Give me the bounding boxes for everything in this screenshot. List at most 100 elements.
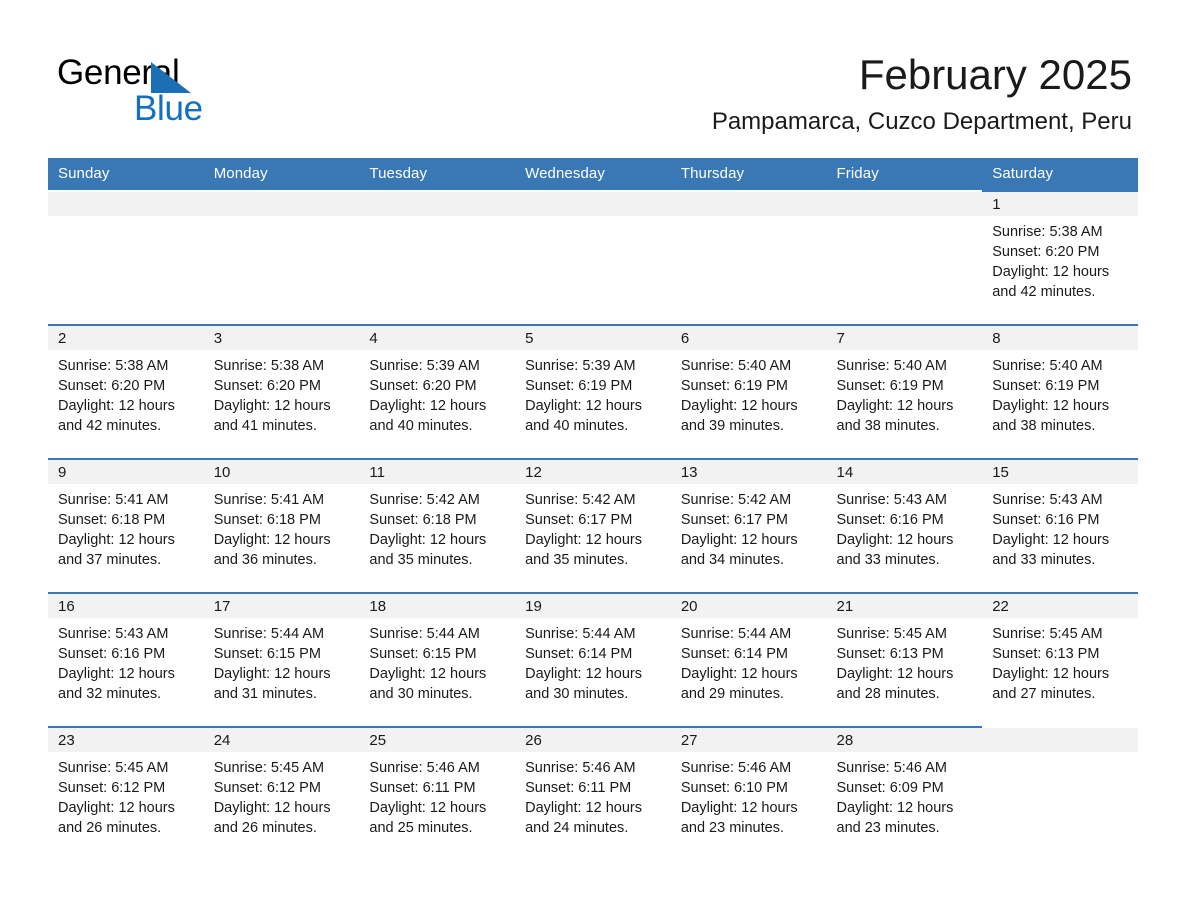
calendar-day-cell[interactable]: 13 Sunrise: 5:42 AM Sunset: 6:17 PM Dayligh…	[670, 458, 827, 593]
calendar-day-cell[interactable]: 15 Sunrise: 5:43 AM Sunset: 6:16 PM Dayligh…	[982, 458, 1138, 593]
day-details: Sunrise: 5:38 AM Sunset: 6:20 PM Daylight:…	[982, 216, 1138, 302]
day-number: 22	[982, 594, 1138, 618]
day-detail-line: Sunset: 6:13 PM	[992, 646, 1100, 662]
day-detail-line: Sunset: 6:15 PM	[213, 646, 321, 662]
day-detail-line: Daylight: 12 hours	[680, 398, 798, 414]
general-blue-logo[interactable]: General Blue	[57, 53, 257, 128]
calendar-day-cell[interactable]: 14 Sunrise: 5:43 AM Sunset: 6:16 PM Dayligh…	[826, 458, 983, 593]
day-number: 11	[359, 460, 516, 484]
weekday-header-thursday: Thursday	[670, 158, 827, 191]
day-detail-line: Sunset: 6:18 PM	[58, 512, 166, 528]
calendar-day-cell[interactable]: 28 Sunrise: 5:46 AM Sunset: 6:09 PM Dayligh…	[826, 726, 983, 861]
day-detail-line: Daylight: 12 hours	[213, 532, 331, 548]
day-detail-line: Sunset: 6:17 PM	[525, 512, 633, 528]
day-details: Sunrise: 5:46 AM Sunset: 6:11 PM Daylight:…	[359, 752, 515, 838]
day-detail-line: Sunrise: 5:46 AM	[680, 760, 792, 776]
day-details: Sunrise: 5:43 AM Sunset: 6:16 PM Daylight:…	[48, 618, 204, 704]
day-detail-line: Sunset: 6:20 PM	[213, 378, 321, 394]
day-number: 3	[203, 326, 360, 350]
day-detail-line: and 30 minutes.	[369, 686, 473, 702]
day-detail-line: and 41 minutes.	[213, 418, 317, 434]
calendar-empty-cell	[515, 190, 671, 325]
day-detail-line: and 27 minutes.	[992, 686, 1096, 702]
day-number: 13	[670, 460, 827, 484]
day-detail-line: Sunrise: 5:42 AM	[369, 492, 480, 508]
calendar-week-row: 16 Sunrise: 5:43 AM Sunset: 6:16 PM Dayligh…	[48, 592, 1138, 727]
day-detail-line: Sunset: 6:20 PM	[369, 378, 477, 394]
day-detail-line: and 35 minutes.	[525, 552, 629, 568]
day-detail-line: Daylight: 12 hours	[525, 800, 642, 816]
day-detail-line: Daylight: 12 hours	[992, 398, 1110, 414]
day-number	[826, 192, 983, 216]
day-number: 21	[826, 594, 983, 618]
day-detail-line: Sunrise: 5:38 AM	[213, 358, 325, 374]
day-detail-line: and 42 minutes.	[58, 418, 162, 434]
day-detail-line: and 34 minutes.	[680, 552, 784, 568]
calendar-day-cell[interactable]: 20 Sunrise: 5:44 AM Sunset: 6:14 PM Dayligh…	[670, 592, 827, 727]
day-number: 26	[515, 728, 671, 752]
calendar-day-cell[interactable]: 22 Sunrise: 5:45 AM Sunset: 6:13 PM Dayligh…	[982, 592, 1138, 727]
day-detail-line: and 28 minutes.	[836, 686, 940, 702]
day-detail-line: Daylight: 12 hours	[58, 800, 175, 816]
day-detail-line: Sunset: 6:12 PM	[58, 780, 166, 796]
day-details: Sunrise: 5:45 AM Sunset: 6:13 PM Daylight:…	[982, 618, 1138, 704]
calendar-day-cell[interactable]: 12 Sunrise: 5:42 AM Sunset: 6:17 PM Dayligh…	[515, 458, 671, 593]
day-details: Sunrise: 5:42 AM Sunset: 6:18 PM Daylight:…	[359, 484, 515, 570]
day-detail-line: Daylight: 12 hours	[58, 398, 175, 414]
day-details: Sunrise: 5:44 AM Sunset: 6:15 PM Daylight:…	[359, 618, 515, 704]
day-detail-line: Sunset: 6:19 PM	[836, 378, 944, 394]
day-detail-line: Sunset: 6:20 PM	[58, 378, 166, 394]
calendar-day-cell[interactable]: 4 Sunrise: 5:39 AM Sunset: 6:20 PM Daylight…	[359, 324, 516, 459]
day-detail-line: and 37 minutes.	[58, 552, 162, 568]
calendar-day-cell[interactable]: 11 Sunrise: 5:42 AM Sunset: 6:18 PM Dayligh…	[359, 458, 516, 593]
day-details: Sunrise: 5:43 AM Sunset: 6:16 PM Daylight:…	[827, 484, 983, 570]
calendar-day-cell[interactable]: 5 Sunrise: 5:39 AM Sunset: 6:19 PM Daylight…	[515, 324, 671, 459]
calendar-empty-cell	[203, 190, 360, 325]
day-number: 18	[359, 594, 516, 618]
calendar-day-cell[interactable]: 18 Sunrise: 5:44 AM Sunset: 6:15 PM Dayligh…	[359, 592, 516, 727]
day-number: 6	[670, 326, 827, 350]
day-detail-line: and 30 minutes.	[525, 686, 629, 702]
calendar-day-cell[interactable]: 1 Sunrise: 5:38 AM Sunset: 6:20 PM Daylight…	[982, 190, 1138, 325]
calendar-body: 1 Sunrise: 5:38 AM Sunset: 6:20 PM Daylight…	[48, 190, 1138, 861]
calendar-day-cell[interactable]: 27 Sunrise: 5:46 AM Sunset: 6:10 PM Dayligh…	[670, 726, 827, 861]
calendar-day-cell[interactable]: 23 Sunrise: 5:45 AM Sunset: 6:12 PM Dayligh…	[48, 726, 204, 861]
day-detail-line: Daylight: 12 hours	[992, 532, 1110, 548]
weekday-header-sunday: Sunday	[48, 158, 204, 191]
weekday-header-monday: Monday	[203, 158, 360, 191]
day-detail-line: Sunrise: 5:43 AM	[836, 492, 947, 508]
calendar-day-cell[interactable]: 17 Sunrise: 5:44 AM Sunset: 6:15 PM Dayligh…	[203, 592, 360, 727]
day-details: Sunrise: 5:43 AM Sunset: 6:16 PM Daylight:…	[982, 484, 1138, 570]
day-detail-line: Sunrise: 5:38 AM	[58, 358, 169, 374]
day-detail-line: Sunset: 6:12 PM	[213, 780, 321, 796]
day-detail-line: Sunrise: 5:46 AM	[836, 760, 947, 776]
calendar-empty-cell	[982, 726, 1138, 861]
day-detail-line: Sunrise: 5:38 AM	[992, 224, 1103, 240]
calendar-day-cell[interactable]: 10 Sunrise: 5:41 AM Sunset: 6:18 PM Dayligh…	[203, 458, 360, 593]
calendar-day-cell[interactable]: 6 Sunrise: 5:40 AM Sunset: 6:19 PM Daylight…	[670, 324, 827, 459]
day-detail-line: Sunrise: 5:40 AM	[836, 358, 947, 374]
calendar-day-cell[interactable]: 9 Sunrise: 5:41 AM Sunset: 6:18 PM Daylight…	[48, 458, 204, 593]
calendar-day-cell[interactable]: 7 Sunrise: 5:40 AM Sunset: 6:19 PM Daylight…	[826, 324, 983, 459]
day-number: 15	[982, 460, 1138, 484]
day-details: Sunrise: 5:46 AM Sunset: 6:09 PM Daylight:…	[827, 752, 983, 838]
calendar-day-cell[interactable]: 8 Sunrise: 5:40 AM Sunset: 6:19 PM Daylight…	[982, 324, 1138, 459]
calendar-day-cell[interactable]: 19 Sunrise: 5:44 AM Sunset: 6:14 PM Dayligh…	[515, 592, 671, 727]
calendar-day-cell[interactable]: 3 Sunrise: 5:38 AM Sunset: 6:20 PM Daylight…	[203, 324, 360, 459]
calendar-day-cell[interactable]: 25 Sunrise: 5:46 AM Sunset: 6:11 PM Dayligh…	[359, 726, 516, 861]
day-detail-line: Sunset: 6:16 PM	[992, 512, 1100, 528]
location-subtitle: Pampamarca, Cuzco Department, Peru	[711, 108, 1132, 135]
day-detail-line: and 40 minutes.	[369, 418, 473, 434]
calendar-day-cell[interactable]: 2 Sunrise: 5:38 AM Sunset: 6:20 PM Daylight…	[48, 324, 204, 459]
day-detail-line: Daylight: 12 hours	[836, 532, 954, 548]
day-number	[515, 192, 671, 216]
calendar-empty-cell	[670, 190, 827, 325]
day-detail-line: Sunset: 6:11 PM	[525, 780, 632, 796]
calendar-day-cell[interactable]: 21 Sunrise: 5:45 AM Sunset: 6:13 PM Dayligh…	[826, 592, 983, 727]
calendar-day-cell[interactable]: 26 Sunrise: 5:46 AM Sunset: 6:11 PM Dayligh…	[515, 726, 671, 861]
calendar-day-cell[interactable]: 24 Sunrise: 5:45 AM Sunset: 6:12 PM Dayligh…	[203, 726, 360, 861]
calendar-table: Sunday Monday Tuesday Wednesday Thursday Frid…	[48, 158, 1138, 861]
calendar-day-cell[interactable]: 16 Sunrise: 5:43 AM Sunset: 6:16 PM Dayligh…	[48, 592, 204, 727]
day-number: 12	[515, 460, 671, 484]
day-detail-line: Sunrise: 5:45 AM	[836, 626, 947, 642]
